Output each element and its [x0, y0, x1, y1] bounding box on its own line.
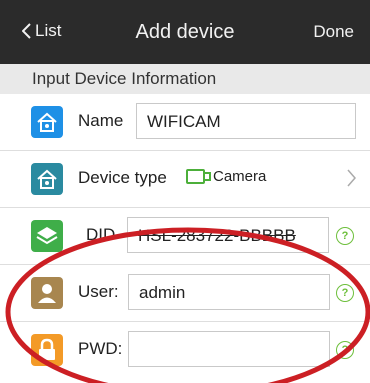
pwd-label: PWD:: [78, 339, 123, 358]
done-button[interactable]: Done: [313, 22, 354, 42]
device-type-value[interactable]: Camera: [186, 168, 266, 185]
lock-icon: [31, 334, 63, 366]
camera-icon: [186, 169, 205, 184]
section-header: Input Device Information: [0, 64, 370, 94]
device-type-row[interactable]: Device type Camera: [0, 151, 370, 207]
name-input[interactable]: WIFICAM: [136, 103, 356, 139]
title-bar: List Add device Done: [0, 0, 370, 64]
name-label: Name: [78, 111, 124, 130]
user-label: User:: [78, 282, 119, 301]
did-label: DID: [86, 225, 116, 244]
name-row: Name WIFICAM: [0, 94, 370, 150]
camera-lens-icon: [205, 172, 211, 181]
did-row: DID HSL-283722-BBBBB ?: [0, 208, 370, 264]
user-help-icon[interactable]: ?: [336, 284, 354, 302]
pwd-help-icon[interactable]: ?: [336, 341, 354, 359]
did-help-icon[interactable]: ?: [336, 227, 354, 245]
home-icon: [31, 163, 63, 195]
layers-icon: [31, 220, 63, 252]
pwd-input[interactable]: [128, 331, 330, 367]
chevron-right-icon[interactable]: [347, 169, 356, 187]
user-icon: [31, 277, 63, 309]
home-icon: [31, 106, 63, 138]
did-input[interactable]: HSL-283722-BBBBB: [127, 217, 329, 253]
user-row: User: admin ?: [0, 265, 370, 321]
pwd-row: PWD: ?: [0, 322, 370, 378]
device-type-text: Camera: [213, 168, 267, 185]
user-input[interactable]: admin: [128, 274, 330, 310]
device-type-label: Device type: [78, 168, 167, 187]
